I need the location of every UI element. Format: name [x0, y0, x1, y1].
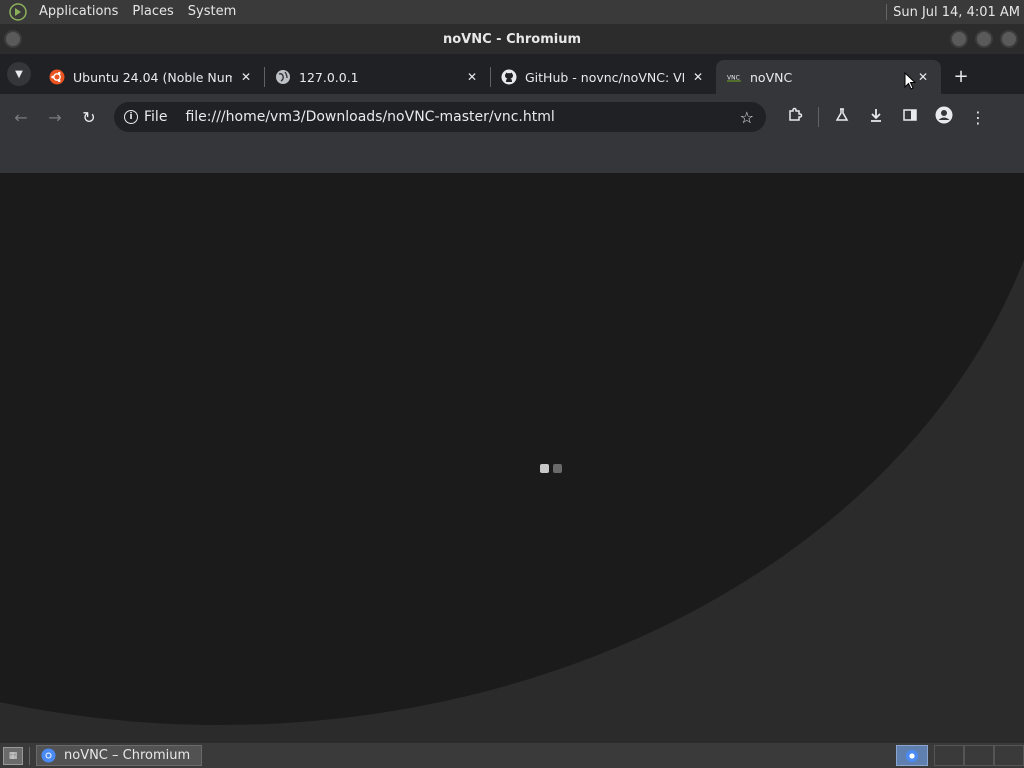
panel-separator	[886, 4, 888, 20]
tab-strip: ▼ Ubuntu 24.04 (Noble Numbat) ✕ 127.0.0.…	[0, 54, 1024, 94]
top-panel: Applications Places System Sun Jul 14, 4…	[0, 0, 1024, 24]
loading-indicator	[540, 464, 562, 473]
browser-toolbar: ← → ↻ i File file:///home/vm3/Downloads/…	[0, 94, 1024, 140]
ubuntu-icon	[49, 69, 65, 85]
arrow-right-icon: →	[48, 107, 62, 127]
close-icon[interactable]: ✕	[238, 69, 254, 85]
arrow-left-icon: ←	[14, 107, 28, 127]
show-desktop-icon[interactable]: ▦	[3, 746, 23, 765]
system-menu[interactable]: System	[181, 0, 243, 24]
tab-search-button[interactable]: ▼	[7, 62, 31, 86]
taskbar-separator	[29, 746, 30, 765]
close-icon[interactable]: ✕	[690, 69, 706, 85]
taskbar-window-label: noVNC – Chromium	[64, 748, 191, 763]
tab-localhost[interactable]: 127.0.0.1 ✕	[265, 60, 490, 94]
tab-title: 127.0.0.1	[299, 69, 359, 85]
loading-dot	[540, 464, 549, 473]
chevron-down-icon: ▼	[15, 68, 23, 80]
tab-title: noVNC	[750, 69, 793, 85]
applications-menu[interactable]: Applications	[32, 0, 125, 24]
site-info-button[interactable]: i File	[122, 109, 173, 125]
menu-button[interactable]: ⋮	[961, 100, 995, 134]
maximize-button[interactable]	[975, 30, 993, 48]
window-title: noVNC - Chromium	[442, 31, 582, 47]
background-shape	[0, 175, 1024, 725]
labs-button[interactable]	[825, 100, 859, 134]
address-bar[interactable]: i File file:///home/vm3/Downloads/noVNC-…	[114, 102, 766, 132]
account-icon	[935, 106, 953, 128]
puzzle-icon	[787, 107, 803, 127]
close-icon[interactable]: ✕	[915, 69, 931, 85]
places-menu[interactable]: Places	[125, 0, 180, 24]
new-tab-button[interactable]: +	[947, 62, 975, 90]
tab-ubuntu[interactable]: Ubuntu 24.04 (Noble Numbat) ✕	[39, 60, 264, 94]
reload-icon: ↻	[82, 107, 96, 127]
bottom-taskbar: ▦ noVNC – Chromium	[0, 743, 1024, 768]
back-button[interactable]: ←	[4, 100, 38, 134]
chromium-icon	[41, 748, 56, 763]
bookmark-star-icon[interactable]: ☆	[740, 108, 758, 127]
window-menu-button[interactable]	[4, 30, 22, 48]
extensions-button[interactable]	[778, 100, 812, 134]
bookmark-bar	[0, 140, 1024, 174]
window-title-bar[interactable]: noVNC - Chromium	[0, 24, 1024, 54]
profile-button[interactable]	[927, 100, 961, 134]
close-window-button[interactable]	[1000, 30, 1018, 48]
plus-icon: +	[953, 65, 969, 87]
url-text[interactable]: file:///home/vm3/Downloads/noVNC-master/…	[185, 109, 739, 125]
page-content[interactable]	[0, 175, 1024, 743]
workspace-1[interactable]	[896, 745, 928, 766]
tab-title: Ubuntu 24.04 (Noble Numbat)	[73, 69, 232, 85]
minimize-button[interactable]	[950, 30, 968, 48]
menu-logo-icon[interactable]	[8, 2, 28, 22]
loading-dot	[553, 464, 562, 473]
site-info-label: File	[144, 109, 168, 125]
mouse-cursor-icon	[904, 71, 917, 94]
tab-title: GitHub - novnc/noVNC: VNC client	[525, 69, 684, 85]
downloads-button[interactable]	[859, 100, 893, 134]
close-icon[interactable]: ✕	[464, 69, 480, 85]
globe-icon	[275, 69, 291, 85]
clock[interactable]: Sun Jul 14, 4:01 AM	[893, 5, 1024, 20]
tab-github[interactable]: GitHub - novnc/noVNC: VNC client ✕	[491, 60, 716, 94]
more-vert-icon: ⋮	[970, 107, 986, 127]
info-icon: i	[124, 110, 138, 124]
workspace-4[interactable]	[994, 745, 1024, 766]
novnc-icon: VNC	[726, 69, 742, 85]
forward-button[interactable]: →	[38, 100, 72, 134]
chromium-icon	[905, 749, 919, 762]
taskbar-window-button[interactable]: noVNC – Chromium	[36, 745, 202, 766]
workspace-2[interactable]	[934, 745, 964, 766]
side-panel-icon	[902, 107, 918, 127]
github-icon	[501, 69, 517, 85]
toolbar-separator	[818, 107, 819, 127]
reload-button[interactable]: ↻	[72, 100, 106, 134]
workspace-3[interactable]	[964, 745, 994, 766]
download-icon	[868, 107, 884, 127]
flask-icon	[834, 107, 850, 127]
svg-text:VNC: VNC	[727, 75, 740, 82]
side-panel-button[interactable]	[893, 100, 927, 134]
